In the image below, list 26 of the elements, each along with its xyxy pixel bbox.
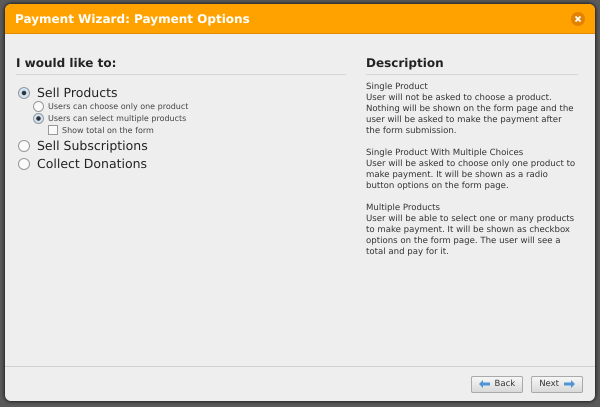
description-title: Single Product With Multiple Choices: [366, 148, 524, 159]
next-button[interactable]: Next: [531, 376, 583, 392]
section-heading: I would like to:: [16, 56, 346, 75]
checkbox[interactable]: [48, 125, 58, 135]
radio-button[interactable]: [18, 86, 30, 98]
back-button[interactable]: Back: [470, 376, 524, 392]
left-arrow-icon: [478, 380, 490, 388]
radio-button[interactable]: [33, 113, 44, 124]
window-title: Payment Wizard: Payment Options: [15, 12, 250, 26]
option-label: Users can select multiple products: [48, 114, 186, 123]
option-label: Sell Products: [37, 85, 118, 100]
description-title: Multiple Products: [366, 203, 441, 214]
radio-button[interactable]: [18, 158, 30, 170]
option-label: Show total on the form: [62, 126, 154, 134]
description-text: User will be able to select one or many products to make payment. It will be shown as checkbox options on the form page. The user will see a total and pay for it.: [366, 214, 576, 258]
description-text: User will be asked to choose only one product to make payment. It will be shown as a radio button options on the form page.: [366, 159, 576, 192]
description-text: User will not be asked to choose a product. Nothing will be shown on the form page and the user will be asked to make the payment after the form submission.: [366, 93, 575, 137]
radio-button[interactable]: [33, 101, 44, 112]
radio-button[interactable]: [18, 140, 30, 152]
description-title: Single Product: [366, 82, 429, 93]
right-arrow-icon: [564, 380, 575, 388]
option-label: Collect Donations: [37, 156, 148, 171]
section-heading: Description: [366, 56, 578, 75]
close-icon[interactable]: [571, 12, 585, 26]
option-label: Users can choose only one product: [48, 102, 188, 111]
option-label: Sell Subscriptions: [37, 138, 148, 153]
